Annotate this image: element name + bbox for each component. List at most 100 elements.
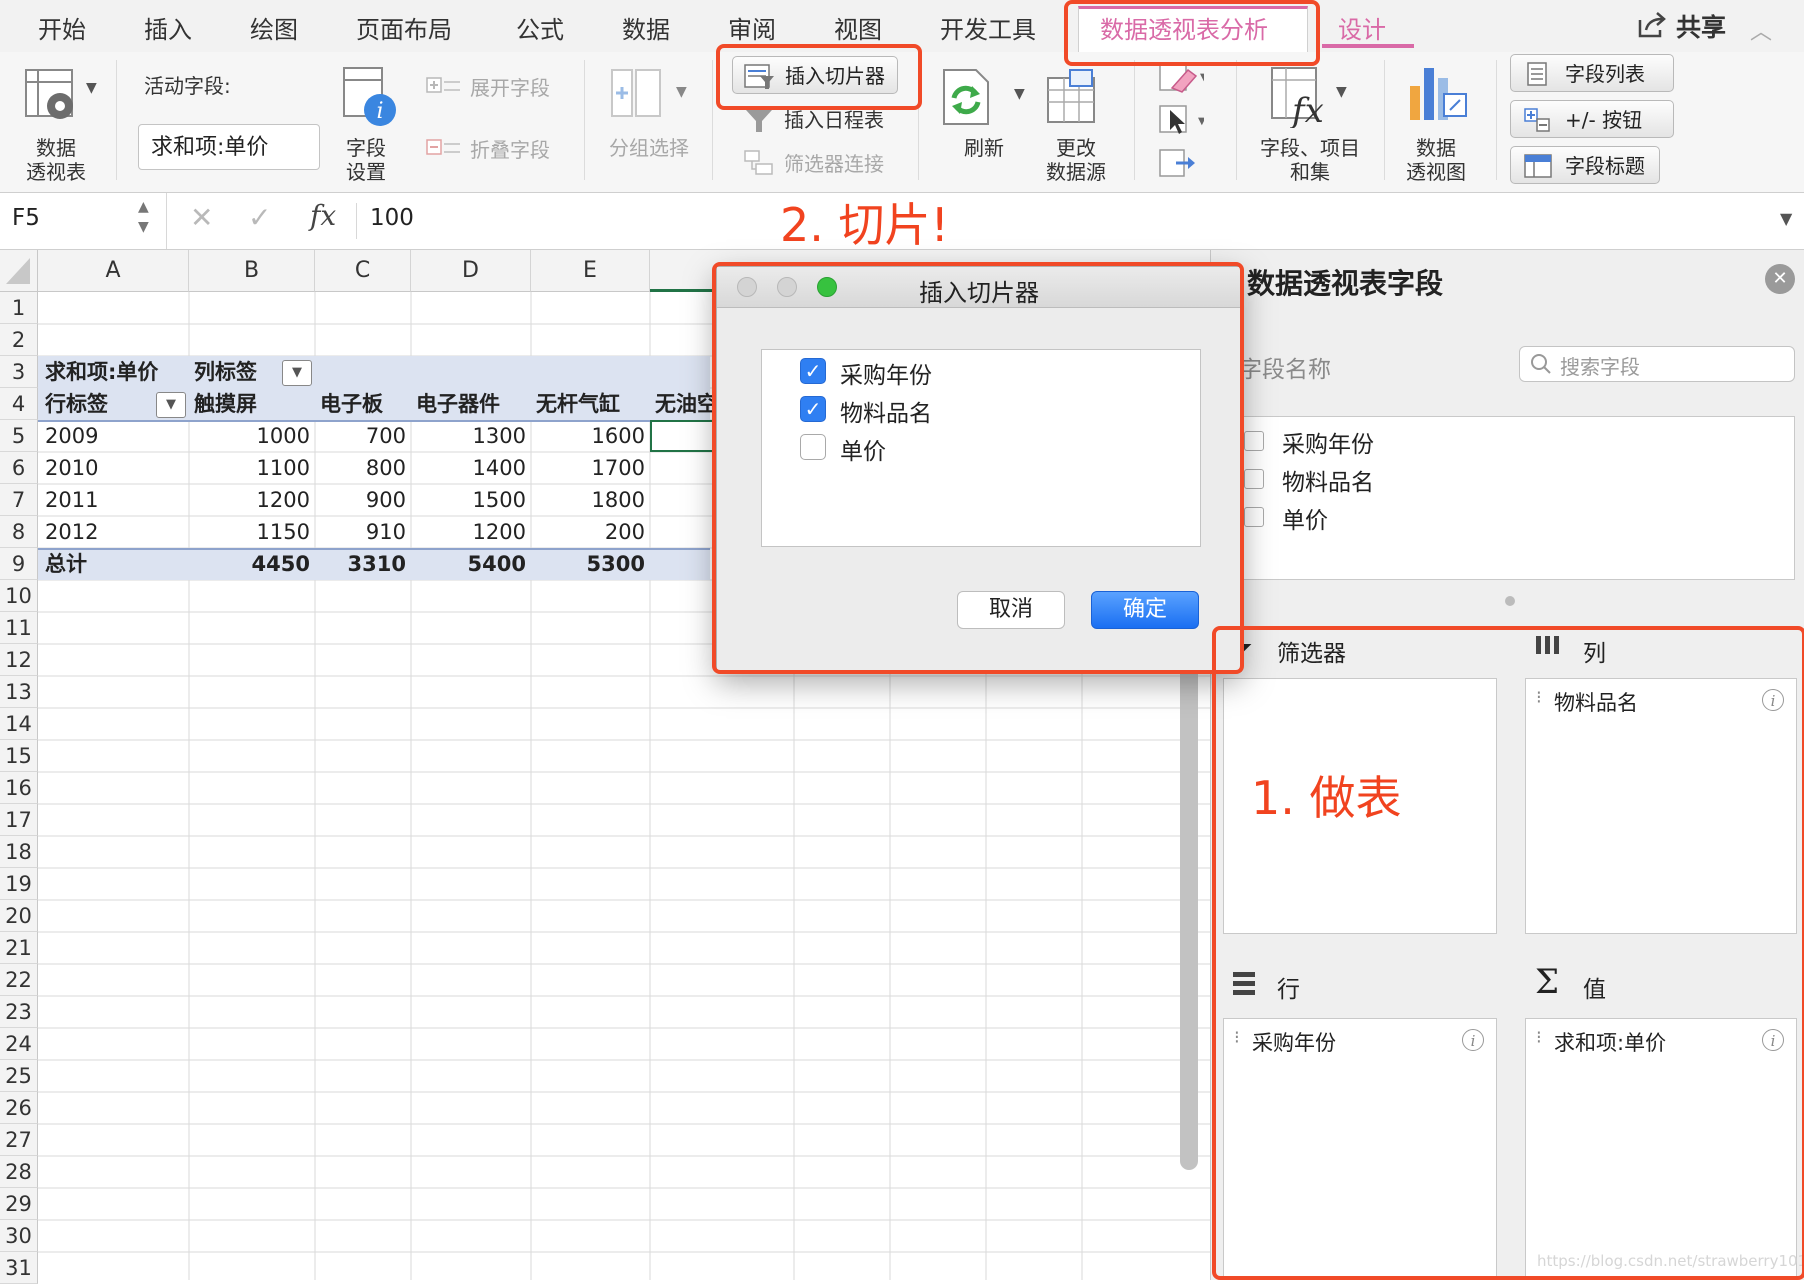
expand-field-button[interactable]: 展开字段 <box>470 76 550 100</box>
row-header[interactable]: 15 <box>0 740 38 772</box>
column-header-d[interactable]: D <box>411 250 531 292</box>
tab-data[interactable]: 数据 <box>622 10 670 45</box>
drag-handle-icon[interactable]: ⁝ <box>1234 1027 1240 1048</box>
rows-drop-area[interactable]: ⁝ 采购年份 i <box>1223 1018 1497 1280</box>
row-header[interactable]: 4 <box>0 388 38 420</box>
field-checkbox[interactable] <box>1244 469 1264 489</box>
field-item[interactable]: 采购年份 <box>1282 425 1374 459</box>
column-header-a[interactable]: A <box>38 250 189 292</box>
pivottable-button[interactable]: 数据 透视表 <box>14 136 98 184</box>
pivot-value-cell[interactable]: 1200 <box>411 516 531 548</box>
row-header[interactable]: 5 <box>0 420 38 452</box>
splitter-handle[interactable] <box>1505 596 1515 606</box>
pivot-value-cell[interactable]: 1100 <box>189 452 315 484</box>
row-header[interactable]: 26 <box>0 1092 38 1124</box>
cancel-button[interactable]: 取消 <box>957 591 1065 629</box>
row-header[interactable]: 19 <box>0 868 38 900</box>
row-filter-dropdown-icon[interactable]: ▼ <box>156 392 186 418</box>
values-drop-area[interactable]: ⁝ 求和项:单价 i <box>1525 1018 1797 1280</box>
row-header[interactable]: 18 <box>0 836 38 868</box>
fields-items-sets-button[interactable]: 字段、项目 和集 <box>1252 136 1368 184</box>
tab-page-layout[interactable]: 页面布局 <box>356 10 452 45</box>
insert-function-fx-icon[interactable]: fx <box>310 199 336 232</box>
pivot-row-label-cell[interactable]: 2011 <box>40 484 189 516</box>
field-checkbox[interactable] <box>1244 431 1264 451</box>
rows-field-pill[interactable]: 采购年份 <box>1252 1027 1336 1057</box>
row-header[interactable]: 3 <box>0 356 38 388</box>
pivot-value-cell[interactable]: 900 <box>315 484 411 516</box>
fields-items-sets-dropdown-icon[interactable]: ▼ <box>1336 84 1347 100</box>
filter-connections-button[interactable]: 筛选器连接 <box>784 152 884 176</box>
row-header[interactable]: 11 <box>0 612 38 644</box>
name-box-stepper-icon[interactable]: ▲ ▼ <box>138 197 149 237</box>
tab-review[interactable]: 审阅 <box>728 10 776 45</box>
checkbox-unit-price[interactable] <box>800 434 826 460</box>
formula-input[interactable]: 100 <box>370 205 414 231</box>
ok-button[interactable]: 确定 <box>1091 591 1199 629</box>
pivottable-dropdown-icon[interactable]: ▼ <box>86 80 97 96</box>
field-item[interactable]: 物料品名 <box>1282 463 1374 497</box>
row-header[interactable]: 22 <box>0 964 38 996</box>
pivot-value-cell[interactable]: 200 <box>531 516 650 548</box>
row-header[interactable]: 9 <box>0 548 38 580</box>
pivotchart-button[interactable]: 数据 透视图 <box>1396 136 1476 184</box>
tab-pivottable-analyze[interactable]: 数据透视表分析 <box>1100 10 1268 45</box>
column-header-c[interactable]: C <box>315 250 411 292</box>
row-header[interactable]: 20 <box>0 900 38 932</box>
tab-developer[interactable]: 开发工具 <box>940 10 1036 45</box>
active-cell-f5[interactable] <box>650 420 720 452</box>
pivot-value-cell[interactable]: 910 <box>315 516 411 548</box>
group-selection-dropdown-icon[interactable]: ▼ <box>676 84 687 100</box>
field-info-icon[interactable]: i <box>1762 689 1784 711</box>
row-header[interactable]: 30 <box>0 1220 38 1252</box>
pivot-row-label-cell[interactable]: 2009 <box>40 420 189 452</box>
column-header-e[interactable]: E <box>531 250 650 292</box>
pivot-value-cell[interactable]: 700 <box>315 420 411 452</box>
pivot-value-cell[interactable]: 1800 <box>531 484 650 516</box>
collapse-field-button[interactable]: 折叠字段 <box>470 138 550 162</box>
values-field-pill[interactable]: 求和项:单价 <box>1554 1027 1666 1057</box>
search-field-input[interactable]: 搜索字段 <box>1519 346 1795 382</box>
clear-eraser-icon[interactable]: ▼ <box>1158 62 1208 100</box>
collapse-ribbon-chevron-icon[interactable]: ︿ <box>1750 14 1772 46</box>
pivot-value-cell[interactable]: 1150 <box>189 516 315 548</box>
tab-view[interactable]: 视图 <box>834 10 882 45</box>
checkbox-material-name[interactable]: ✓ <box>800 396 826 422</box>
checkbox-purchase-year[interactable]: ✓ <box>800 358 826 384</box>
pivot-row-label-cell[interactable]: 2012 <box>40 516 189 548</box>
tab-draw[interactable]: 绘图 <box>250 10 298 45</box>
active-field-input[interactable]: 求和项:单价 <box>138 124 320 170</box>
row-header[interactable]: 17 <box>0 804 38 836</box>
tab-design[interactable]: 设计 <box>1338 10 1386 45</box>
pivot-value-cell[interactable]: 1200 <box>189 484 315 516</box>
row-header[interactable]: 2 <box>0 324 38 356</box>
column-header-b[interactable]: B <box>189 250 315 292</box>
share-button[interactable]: 共享 <box>1676 8 1726 44</box>
tab-home[interactable]: 开始 <box>38 10 86 45</box>
enter-check-icon[interactable]: ✓ <box>248 201 271 234</box>
slicer-field-label[interactable]: 物料品名 <box>840 394 932 428</box>
columns-drop-area[interactable]: ⁝ 物料品名 i <box>1525 678 1797 934</box>
row-header[interactable]: 24 <box>0 1028 38 1060</box>
row-header[interactable]: 6 <box>0 452 38 484</box>
row-header[interactable]: 10 <box>0 580 38 612</box>
columns-field-pill[interactable]: 物料品名 <box>1554 687 1638 717</box>
row-header[interactable]: 12 <box>0 644 38 676</box>
slicer-field-label[interactable]: 采购年份 <box>840 356 932 390</box>
row-header[interactable]: 25 <box>0 1060 38 1092</box>
row-header[interactable]: 21 <box>0 932 38 964</box>
drag-handle-icon[interactable]: ⁝ <box>1536 687 1542 708</box>
pivot-value-cell[interactable]: 1000 <box>189 420 315 452</box>
close-pane-icon[interactable]: ✕ <box>1765 264 1795 294</box>
name-box[interactable]: F5 <box>12 205 40 231</box>
row-header[interactable]: 28 <box>0 1156 38 1188</box>
pivot-row-label-cell[interactable]: 2010 <box>40 452 189 484</box>
row-header[interactable]: 27 <box>0 1124 38 1156</box>
row-header[interactable]: 23 <box>0 996 38 1028</box>
move-pivottable-icon[interactable] <box>1158 148 1198 184</box>
pivot-value-cell[interactable]: 800 <box>315 452 411 484</box>
select-cursor-icon[interactable]: ▼ <box>1158 104 1206 142</box>
drag-handle-icon[interactable]: ⁝ <box>1536 1027 1542 1048</box>
change-data-source-button[interactable]: 更改 数据源 <box>1036 136 1116 184</box>
select-all-corner[interactable] <box>0 250 38 292</box>
